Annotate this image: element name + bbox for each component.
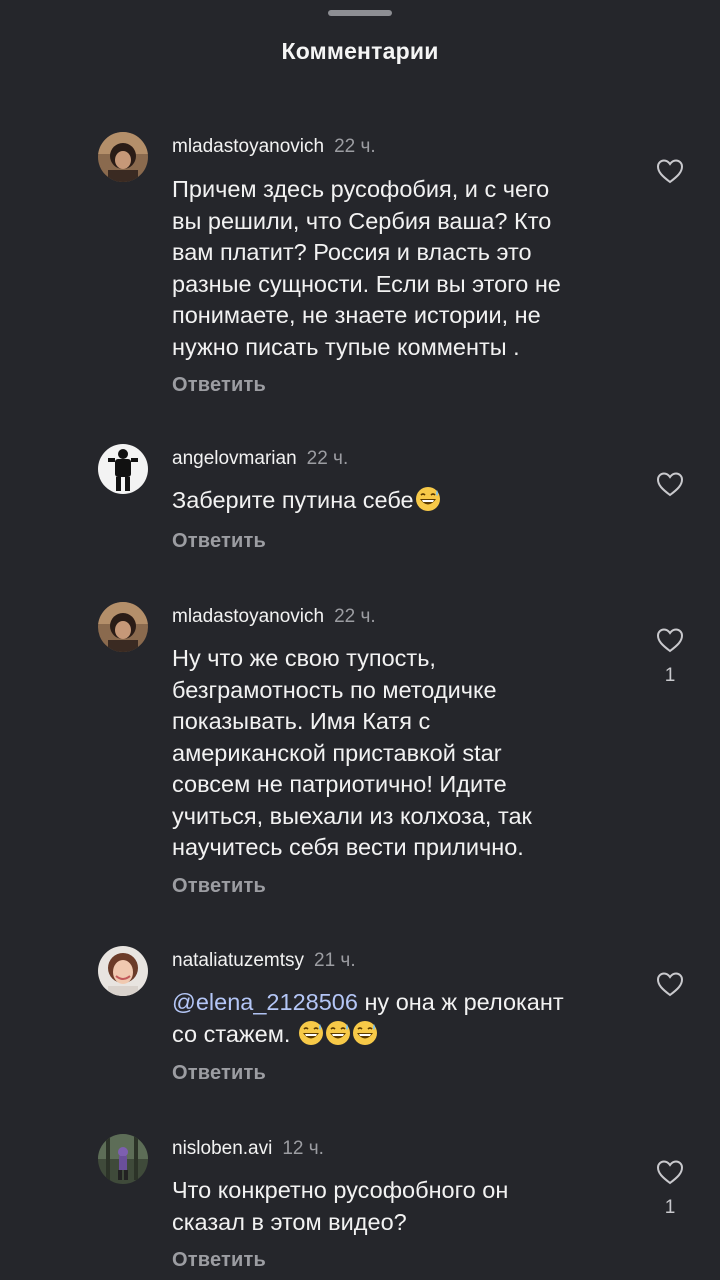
comment-line-text: Заберите путина себе xyxy=(172,487,414,513)
comment-meta: nisloben.avi 12 ч. xyxy=(172,1137,324,1161)
grinning-sweat-emoji-icon xyxy=(352,1020,377,1045)
comment-line: безграмотность по методичке xyxy=(172,676,497,703)
comment-line: вам платит? Россия и власть это xyxy=(172,239,532,265)
grinning-sweat-emoji-icon xyxy=(325,1020,350,1045)
comment-line: Заберите путина себе xyxy=(172,485,642,517)
timestamp: 22 ч. xyxy=(334,606,376,627)
grinning-sweat-emoji-icon xyxy=(298,1020,323,1045)
username[interactable]: nataliatuzemtsy xyxy=(172,950,304,971)
mention-link[interactable]: @elena_2128506 xyxy=(172,989,358,1015)
comment-line: совсем не патриотично! Идите xyxy=(172,771,507,797)
comment-line: американской приставкой star xyxy=(172,739,502,766)
comment-line: Что конкретно русофобного он xyxy=(172,1177,509,1203)
comment-line: понимаете, не знаете истории, не xyxy=(172,302,541,328)
like-button[interactable]: 1 xyxy=(655,1159,685,1219)
reply-button[interactable]: Ответить xyxy=(172,530,266,553)
like-button[interactable] xyxy=(655,471,685,497)
timestamp: 21 ч. xyxy=(314,950,356,971)
comment-text: @elena_2128506 ну она ж релокант со стаж… xyxy=(172,987,642,1050)
timestamp: 22 ч. xyxy=(306,448,349,469)
drag-handle[interactable] xyxy=(328,10,392,16)
comment-line: учиться, выехали из колхоза, так xyxy=(172,802,532,829)
reply-button[interactable]: Ответить xyxy=(172,1062,266,1085)
reply-button[interactable]: Ответить xyxy=(172,1249,266,1272)
comment-line: @elena_2128506 ну она ж релокант xyxy=(172,987,642,1019)
avatar[interactable] xyxy=(98,444,148,494)
username[interactable]: mladastoyanovich xyxy=(172,136,324,157)
comment-meta: nataliatuzemtsy 21 ч. xyxy=(172,949,356,973)
like-button[interactable]: 1 xyxy=(655,627,685,687)
comment-line: научитесь себя вести прилично. xyxy=(172,834,524,860)
username[interactable]: nisloben.avi xyxy=(172,1138,272,1159)
comment-meta: mladastoyanovich 22 ч. xyxy=(172,135,376,159)
comment-line-text: ну она ж релокант xyxy=(357,989,564,1015)
comment-line: вы решили, что Сербия ваша? Кто xyxy=(172,207,552,234)
avatar[interactable] xyxy=(98,132,148,182)
comment-text: Ну что же свою тупость, безграмотность п… xyxy=(172,643,642,864)
grinning-sweat-emoji-icon xyxy=(415,487,440,511)
comment-text: Что конкретно русофобного он сказал в эт… xyxy=(172,1175,642,1238)
heart-outline-icon xyxy=(656,472,684,497)
username[interactable]: angelovmarian xyxy=(172,448,297,469)
avatar[interactable] xyxy=(98,1134,148,1184)
sheet-title: Комментарии xyxy=(281,38,439,64)
comment-line: разные сущности. Если вы этого не xyxy=(172,270,561,297)
heart-outline-icon xyxy=(656,1160,684,1185)
heart-outline-icon xyxy=(656,159,684,184)
comment-meta: angelovmarian 22 ч. xyxy=(172,447,348,471)
timestamp: 12 ч. xyxy=(282,1138,324,1159)
username[interactable]: mladastoyanovich xyxy=(172,606,324,627)
like-count: 1 xyxy=(664,1197,676,1218)
comment-line: нужно писать тупые комменты . xyxy=(172,333,520,360)
avatar[interactable] xyxy=(98,602,148,652)
comment-line: Ну что же свою тупость, xyxy=(172,645,436,671)
comment-meta: mladastoyanovich 22 ч. xyxy=(172,605,376,629)
heart-outline-icon xyxy=(656,972,684,997)
comments-sheet: Комментарии mladastoyanovich 22 ч. Причем… xyxy=(0,0,720,1280)
comment-text: Причем здесь русофобия, и с чего вы реши… xyxy=(172,174,642,363)
comment-line: сказал в этом видео? xyxy=(172,1208,407,1235)
reply-button[interactable]: Ответить xyxy=(172,374,266,397)
like-button[interactable] xyxy=(655,158,685,184)
like-button[interactable] xyxy=(655,971,685,997)
timestamp: 22 ч. xyxy=(334,136,376,157)
comment-line: Причем здесь русофобия, и с чего xyxy=(172,176,550,202)
avatar[interactable] xyxy=(98,946,148,996)
comment-line: показывать. Имя Катя с xyxy=(172,708,431,734)
reply-button[interactable]: Ответить xyxy=(172,875,266,898)
heart-outline-icon xyxy=(656,628,684,653)
comment-text: Заберите путина себе xyxy=(172,485,642,517)
comment-line: со стажем. xyxy=(172,1019,642,1051)
comment-line-text: со стажем. xyxy=(172,1020,297,1047)
like-count: 1 xyxy=(664,665,676,686)
